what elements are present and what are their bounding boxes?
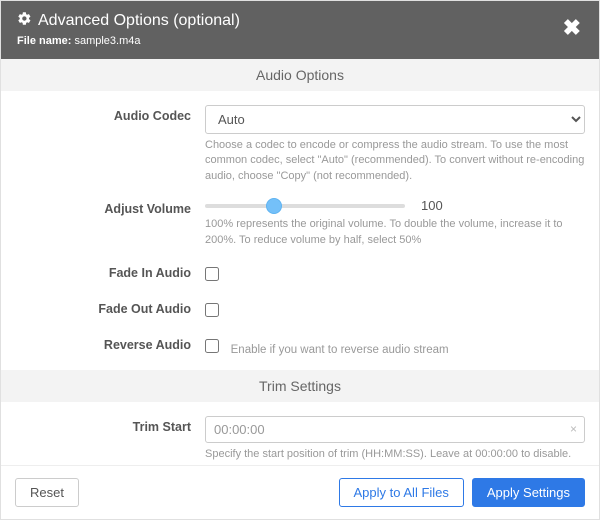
row-fade-in: Fade In Audio <box>15 262 585 284</box>
modal-header: Advanced Options (optional) File name: s… <box>1 1 599 59</box>
help-reverse-audio: Enable if you want to reverse audio stre… <box>231 344 449 356</box>
help-trim-start: Specify the start position of trim (HH:M… <box>205 447 585 462</box>
label-audio-codec: Audio Codec <box>15 105 205 123</box>
help-audio-codec: Choose a codec to encode or compress the… <box>205 138 585 184</box>
label-adjust-volume: Adjust Volume <box>15 198 205 216</box>
clear-trim-start-icon[interactable]: × <box>570 422 577 436</box>
label-reverse-audio: Reverse Audio <box>15 334 205 352</box>
apply-settings-button[interactable]: Apply Settings <box>472 478 585 507</box>
file-name-label: File name: <box>17 35 71 47</box>
advanced-options-modal: Advanced Options (optional) File name: s… <box>0 0 600 520</box>
row-fade-out: Fade Out Audio <box>15 298 585 320</box>
trim-start-input[interactable] <box>205 416 585 443</box>
modal-title: Advanced Options (optional) <box>38 12 240 30</box>
modal-footer: Reset Apply to All Files Apply Settings <box>1 465 599 519</box>
modal-body: Audio Options Audio Codec Auto Choose a … <box>1 59 599 465</box>
fade-in-checkbox[interactable] <box>205 267 219 281</box>
apply-to-all-button[interactable]: Apply to All Files <box>339 478 464 507</box>
label-fade-out: Fade Out Audio <box>15 298 205 316</box>
reset-button[interactable]: Reset <box>15 478 79 507</box>
row-audio-codec: Audio Codec Auto Choose a codec to encod… <box>15 105 585 184</box>
section-trim-settings: Trim Settings <box>1 370 599 402</box>
fade-out-checkbox[interactable] <box>205 303 219 317</box>
modal-title-row: Advanced Options (optional) <box>17 11 583 31</box>
label-trim-start: Trim Start <box>15 416 205 434</box>
audio-codec-select[interactable]: Auto <box>205 105 585 134</box>
reverse-audio-checkbox[interactable] <box>205 339 219 353</box>
label-fade-in: Fade In Audio <box>15 262 205 280</box>
close-icon[interactable]: ✖ <box>563 17 581 39</box>
row-adjust-volume: Adjust Volume 100 100% represents the or… <box>15 198 585 248</box>
gear-icon <box>17 11 32 31</box>
file-name-value: sample3.m4a <box>74 35 140 47</box>
help-adjust-volume: 100% represents the original volume. To … <box>205 217 585 248</box>
section-audio-options: Audio Options <box>1 59 599 91</box>
volume-slider[interactable] <box>205 204 405 208</box>
volume-value: 100 <box>421 198 461 213</box>
modal-subtitle: File name: sample3.m4a <box>17 35 583 47</box>
row-trim-start: Trim Start × Specify the start position … <box>15 416 585 462</box>
row-reverse-audio: Reverse Audio Enable if you want to reve… <box>15 334 585 356</box>
